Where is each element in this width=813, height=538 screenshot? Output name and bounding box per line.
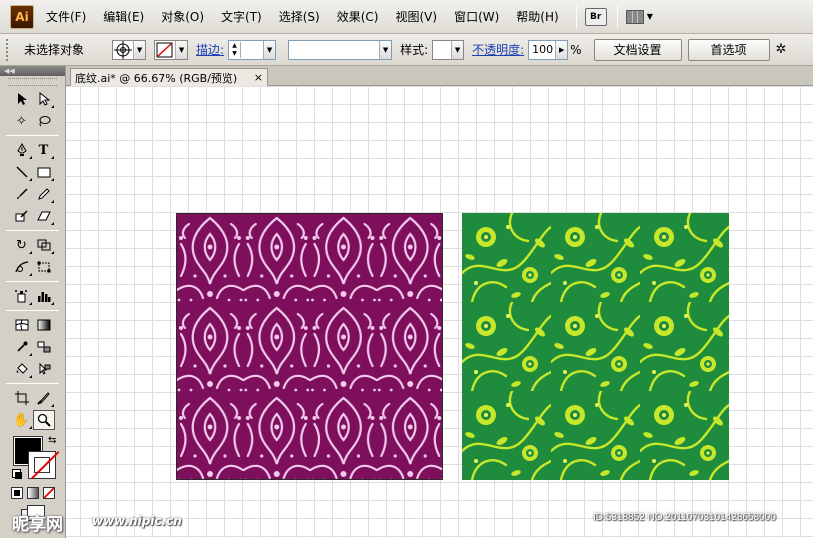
panel-grip[interactable]: [6, 38, 10, 61]
stepper-icon[interactable]: ▲ ▼: [229, 41, 242, 58]
opacity-value: 100: [532, 43, 554, 56]
artboard-canvas[interactable]: [66, 86, 813, 538]
selection-tool-icon[interactable]: [11, 89, 33, 109]
hand-tool-icon[interactable]: ✋: [11, 410, 33, 430]
opacity-input[interactable]: 100 ▶: [528, 39, 569, 60]
bridge-icon: Br: [584, 7, 607, 26]
stroke-weight-combo[interactable]: ▲ ▼ ▼: [228, 39, 277, 60]
app-logo: Ai: [10, 4, 34, 29]
no-stroke-icon: [156, 42, 173, 57]
scale-tool-icon[interactable]: [33, 235, 55, 255]
menu-help[interactable]: 帮助(H): [516, 8, 558, 25]
close-icon[interactable]: ×: [254, 71, 263, 84]
document-tab-bar: 底纹.ai* @ 66.67% (RGB/预览) ×: [66, 66, 813, 86]
stroke-swatch[interactable]: [28, 451, 56, 479]
preferences-button[interactable]: 首选项: [687, 38, 770, 61]
menu-separator: [575, 5, 577, 28]
blend-tool-icon[interactable]: [33, 337, 55, 357]
column-graph-tool-icon[interactable]: [33, 286, 55, 306]
chevron-down-icon: ▼: [133, 40, 146, 59]
swap-fill-stroke-icon[interactable]: ⇆: [48, 435, 56, 446]
watermark-url: www.nipic.cn: [92, 514, 182, 528]
gradient-tool-icon[interactable]: [33, 315, 55, 335]
menu-type[interactable]: 文字(T): [221, 8, 262, 25]
selection-status: 未选择对象: [24, 43, 85, 57]
live-paint-bucket-tool-icon[interactable]: [11, 359, 33, 379]
floral-pattern-art: [462, 213, 729, 480]
menu-file[interactable]: 文件(F): [46, 8, 86, 25]
lasso-tool-icon[interactable]: [33, 111, 55, 131]
panel-grip[interactable]: [8, 78, 57, 86]
type-tool-icon[interactable]: T: [33, 140, 55, 160]
default-fill-stroke-icon[interactable]: [12, 469, 22, 479]
arrange-documents-button[interactable]: ▼: [625, 6, 653, 28]
eyedropper-tool-icon[interactable]: [11, 337, 33, 357]
crosshair-fill-icon: [114, 40, 133, 59]
rotate-tool-icon[interactable]: ↻: [11, 235, 33, 255]
symbol-sprayer-tool-icon[interactable]: [11, 286, 33, 306]
fill-color-dropdown[interactable]: ▼: [112, 39, 147, 60]
slice-tool-icon[interactable]: [33, 388, 55, 408]
document-tab-title: 底纹.ai* @ 66.67% (RGB/预览): [75, 71, 238, 85]
opacity-unit: %: [570, 42, 582, 57]
watermark-logo: 昵享网: [12, 515, 63, 535]
pen-tool-icon[interactable]: [11, 140, 33, 160]
chevron-down-icon: ▼: [451, 40, 464, 59]
eraser-tool-icon[interactable]: [33, 206, 55, 226]
paintbrush-tool-icon[interactable]: [11, 184, 33, 204]
zoom-tool-icon[interactable]: [32, 410, 55, 430]
arrange-documents-icon: [625, 9, 644, 24]
chevron-down-icon: ▼: [263, 40, 276, 59]
watermark-id: ID:5318852 NO:20110703101428658000: [593, 512, 776, 523]
rectangle-tool-icon[interactable]: [33, 162, 55, 182]
pencil-tool-icon[interactable]: [33, 184, 55, 204]
crop-area-tool-icon[interactable]: [11, 388, 33, 408]
damask-pattern-swatch[interactable]: [176, 213, 443, 480]
live-paint-selection-tool-icon[interactable]: [33, 359, 55, 379]
line-segment-tool-icon[interactable]: [11, 162, 33, 182]
menu-edit[interactable]: 编辑(E): [103, 8, 144, 25]
tools-panel-header[interactable]: ◀◀: [0, 66, 65, 76]
warp-tool-icon[interactable]: [11, 257, 33, 277]
free-transform-tool-icon[interactable]: [33, 257, 55, 277]
direct-selection-tool-icon[interactable]: [33, 89, 55, 109]
mesh-tool-icon[interactable]: [11, 315, 33, 335]
tools-panel: ◀◀ ✧ T ↻ ✋ ⇆: [0, 66, 66, 538]
opacity-panel-link[interactable]: 不透明度:: [472, 41, 524, 58]
menu-view[interactable]: 视图(V): [395, 8, 437, 25]
damask-pattern-art: [177, 214, 442, 479]
menu-effect[interactable]: 效果(C): [337, 8, 379, 25]
stroke-color-dropdown[interactable]: ▼: [154, 39, 189, 60]
document-tab[interactable]: 底纹.ai* @ 66.67% (RGB/预览) ×: [70, 68, 268, 86]
chevron-down-icon: ▼: [379, 40, 392, 59]
color-mode-icon[interactable]: [10, 487, 23, 499]
menu-select[interactable]: 选择(S): [279, 8, 320, 25]
go-to-bridge-button[interactable]: Br: [584, 6, 607, 28]
stroke-panel-link[interactable]: 描边:: [196, 41, 224, 58]
document-setup-button[interactable]: 文档设置: [593, 38, 682, 61]
style-label: 样式:: [400, 43, 429, 57]
floral-pattern-swatch[interactable]: [462, 213, 729, 480]
menu-object[interactable]: 对象(O): [161, 8, 204, 25]
menu-separator: [616, 5, 618, 28]
magic-wand-tool-icon[interactable]: ✧: [11, 111, 33, 131]
chevron-down-icon: ▼: [175, 40, 188, 59]
chevron-right-icon: ▶: [555, 40, 568, 59]
isolate-magic-wand-icon[interactable]: ✲: [776, 42, 787, 57]
style-swatch: [433, 41, 452, 58]
menu-bar: Ai 文件(F) 编辑(E) 对象(O) 文字(T) 选择(S) 效果(C) 视…: [0, 0, 813, 34]
chevron-down-icon: ▼: [646, 12, 653, 21]
blob-brush-tool-icon[interactable]: [11, 206, 33, 226]
control-bar: 未选择对象 ▼ ▼ 描边: ▲ ▼ ▼ ▼ 样式: ▼ 不透明度: 100 ▶ %…: [0, 34, 813, 66]
gradient-mode-icon[interactable]: [26, 487, 39, 499]
fill-stroke-widget: ⇆: [0, 435, 65, 483]
graphic-style-dropdown[interactable]: ▼: [432, 39, 465, 60]
brush-definition-dropdown[interactable]: ▼: [288, 39, 393, 60]
menu-window[interactable]: 窗口(W): [454, 8, 499, 25]
none-mode-icon[interactable]: [42, 487, 55, 499]
